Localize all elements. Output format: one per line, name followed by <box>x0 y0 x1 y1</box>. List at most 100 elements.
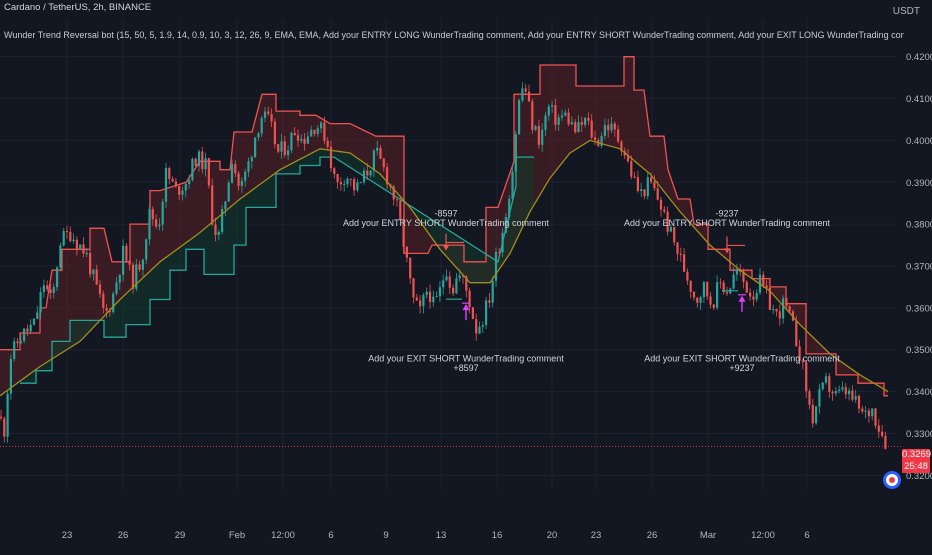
candle-body <box>214 224 217 235</box>
candle <box>79 244 82 250</box>
candle-body <box>692 291 696 298</box>
candle-body <box>98 284 102 294</box>
candle <box>9 354 12 400</box>
candle-body <box>442 280 445 288</box>
candle <box>6 391 9 443</box>
candle <box>508 195 511 221</box>
candle-body <box>277 144 280 152</box>
candle-body <box>148 209 151 240</box>
candle-body <box>676 242 679 254</box>
candle-body <box>821 382 824 390</box>
candle-body <box>874 408 877 426</box>
candle-body <box>844 387 847 395</box>
candle-body <box>732 274 735 289</box>
x-tick-label: Mar <box>700 530 716 541</box>
candle-body <box>617 129 620 142</box>
candle-body <box>72 239 75 242</box>
candle-body <box>372 150 375 171</box>
candle-body <box>551 105 554 107</box>
candle-body <box>501 232 504 253</box>
candle-body <box>59 245 62 268</box>
candle-body <box>706 281 709 297</box>
candle-body <box>864 410 867 412</box>
candle-body <box>349 178 352 180</box>
candle <box>148 204 151 246</box>
candle-body <box>534 126 537 130</box>
x-tick-label: 26 <box>647 530 658 541</box>
candle-body <box>19 340 22 344</box>
x-tick-label: 23 <box>62 530 73 541</box>
flag-icon[interactable] <box>883 471 901 489</box>
y-tick-label: 0.3900 <box>906 178 932 189</box>
candle-body <box>79 244 82 250</box>
x-tick-label: 12:00 <box>751 530 775 541</box>
candle-body <box>65 231 69 233</box>
candle-body <box>320 122 323 129</box>
candle-body <box>547 106 550 116</box>
candle-body <box>537 126 540 145</box>
candle-body <box>174 181 177 187</box>
candle-body <box>613 123 616 130</box>
candle-body <box>128 260 131 265</box>
candle-body <box>343 184 346 186</box>
candle-body <box>197 151 201 166</box>
candle-body <box>877 425 880 432</box>
candle-body <box>122 245 125 275</box>
candle-body <box>376 147 379 151</box>
bar-countdown: 25:48 <box>902 461 930 473</box>
candle-body <box>663 209 666 212</box>
indicator-legend[interactable]: Wunder Trend Reversal bot (15, 50, 5, 1.… <box>4 30 904 40</box>
candle-body <box>455 278 458 294</box>
candle-body <box>491 280 494 303</box>
candle-body <box>485 300 488 326</box>
candle-body <box>52 287 55 293</box>
candle-body <box>603 125 606 136</box>
candle-body <box>686 271 689 281</box>
signal-label: +9237 <box>729 363 754 373</box>
candle-body <box>808 391 811 405</box>
candle-body <box>85 252 88 254</box>
candle-body <box>333 168 336 175</box>
candle-body <box>3 418 6 437</box>
candle-body <box>306 136 309 144</box>
candle-body <box>838 389 841 391</box>
candle-body <box>155 219 158 227</box>
candle-body <box>633 176 636 178</box>
candle-body <box>570 122 573 125</box>
candle-body <box>488 300 491 303</box>
candle-body <box>659 199 663 210</box>
candle-body <box>514 134 517 172</box>
candle-body <box>857 396 861 409</box>
candle-body <box>422 295 425 307</box>
candle-body <box>884 435 887 449</box>
candle-body <box>95 269 98 285</box>
candle-body <box>712 304 715 308</box>
candle <box>290 131 293 154</box>
y-tick-label: 0.4000 <box>906 136 932 147</box>
price-chart[interactable]: -8597 Add your ENTRY SHORT WunderTrading … <box>0 0 932 550</box>
candle-body <box>630 161 633 177</box>
candle-body <box>267 111 270 115</box>
candle-body <box>824 376 828 383</box>
x-tick-label: 26 <box>118 530 129 541</box>
candle-body <box>26 328 29 332</box>
candle-body <box>521 88 524 101</box>
candle-body <box>290 132 293 151</box>
candle-body <box>194 158 197 166</box>
candle-body <box>679 253 682 255</box>
candle-body <box>161 201 164 225</box>
candle-body <box>828 376 831 392</box>
candle-body <box>580 122 583 125</box>
candle-body <box>346 178 349 185</box>
candle-body <box>867 410 870 417</box>
candle-body <box>217 231 220 235</box>
candle-body <box>69 231 72 242</box>
candle-body <box>425 291 428 296</box>
x-tick-label: 12:00 <box>271 530 295 541</box>
candle-body <box>395 199 399 201</box>
candle-body <box>13 341 16 360</box>
candle-body <box>772 309 775 311</box>
symbol-title[interactable]: Cardano / TetherUS, 2h, BINANCE <box>4 2 151 13</box>
x-tick-label: 13 <box>436 530 447 541</box>
candle-body <box>247 161 250 172</box>
